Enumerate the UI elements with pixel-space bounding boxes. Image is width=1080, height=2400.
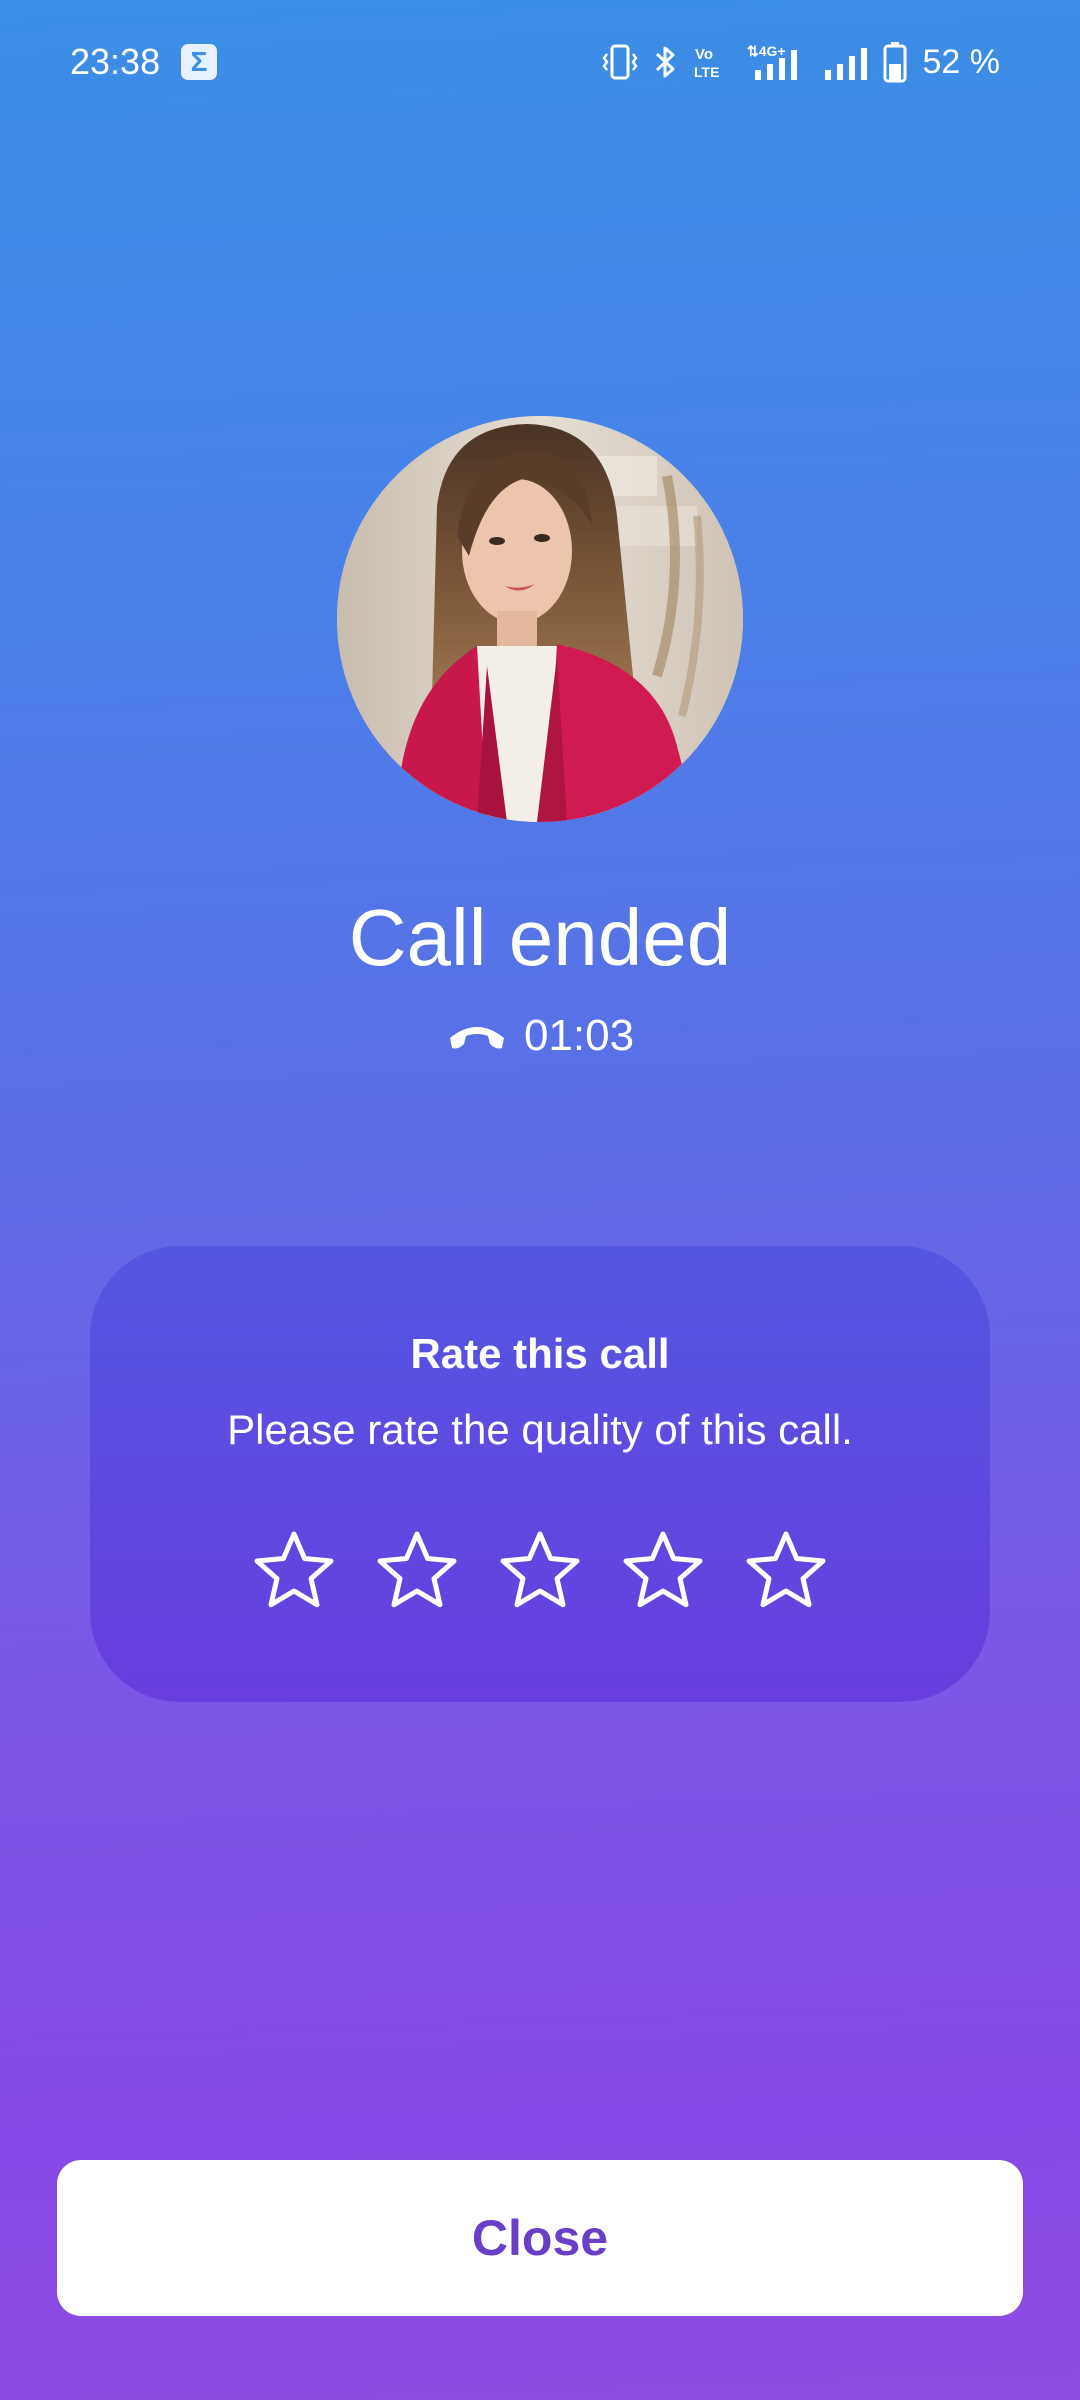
status-bar: 23:38 Σ Vo LTE ⇅4G+ 52 %: [0, 0, 1080, 120]
signal-4g-icon: ⇅4G+: [747, 43, 797, 80]
bluetooth-icon: [655, 46, 674, 78]
status-time: 23:38: [70, 41, 161, 82]
call-duration: 01:03: [0, 1008, 1080, 1064]
star-4-icon[interactable]: [619, 1528, 707, 1616]
phone-hangup-icon: [449, 1027, 504, 1049]
close-button[interactable]: Close: [57, 2160, 1023, 2316]
star-3-icon[interactable]: [496, 1528, 584, 1616]
rating-title: Rate this call: [410, 1330, 670, 1377]
vibrate-icon: [601, 44, 638, 80]
battery-icon: [883, 42, 906, 83]
star-2-icon[interactable]: [373, 1528, 461, 1616]
call-ended-screen: 23:38 Σ Vo LTE ⇅4G+ 52 % Call ended 01:0…: [0, 0, 1080, 2400]
star-5-icon[interactable]: [742, 1528, 830, 1616]
call-status-title: Call ended: [348, 893, 732, 982]
call-duration-text: 01:03: [523, 1011, 635, 1060]
rating-subtitle: Please rate the quality of this call.: [227, 1406, 853, 1453]
status-icons: Vo LTE ⇅4G+ 52 %: [601, 38, 1001, 86]
svg-text:Vo: Vo: [695, 46, 713, 63]
volte-icon: Vo LTE: [694, 46, 719, 80]
contact-photo: [337, 416, 743, 822]
signal-icon: [824, 48, 867, 80]
battery-percent: 52 %: [922, 42, 1001, 81]
star-1-icon[interactable]: [250, 1528, 338, 1616]
star-rating: [90, 1528, 990, 1616]
svg-text:LTE: LTE: [694, 64, 719, 80]
sigma-app-icon: Σ: [181, 44, 217, 80]
svg-text:⇅4G+: ⇅4G+: [747, 43, 786, 59]
rating-card: Rate this call Please rate the quality o…: [90, 1246, 990, 1702]
